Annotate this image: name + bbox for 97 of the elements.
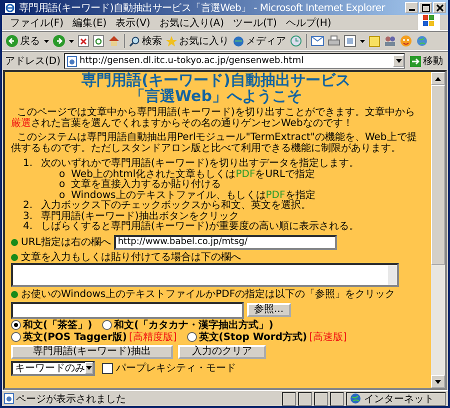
text-input-label: 文章を入力もしくは貼り付けてる場合は下の欄へ [21,252,241,262]
dropdown-caret-icon[interactable] [69,40,74,42]
url-input[interactable]: http://www.babel.co.jp/mtsg/ [114,234,337,250]
mail-icon[interactable] [311,36,324,46]
minimize-button[interactable] [405,2,418,13]
step-text: 次のいずれかで専門用語(キーワード)を切り出すデータを指定します。 [41,159,359,169]
url-label: URL指定は右の欄へ [21,236,111,248]
page-icon [66,56,77,66]
forward-icon[interactable] [53,35,65,47]
scroll-up-button[interactable] [431,72,445,85]
step-text: しばらくすると専門用語(キーワード)が重要度の高い順に表示される。 [41,222,359,232]
dropdown-caret-icon[interactable] [360,40,365,42]
stop-icon[interactable] [78,35,89,47]
radio-button[interactable] [11,320,21,330]
step-number: 2. [23,201,33,212]
status-text: ページが表示されました [16,392,127,406]
close-icon [436,4,444,12]
back-button[interactable]: 戻る [6,34,40,48]
checkbox-label: パープレキシティ・モード [116,362,236,374]
radio-label: 英文(POS Tagger版) [23,332,127,342]
media-button[interactable]: メディア [233,34,286,48]
scrollbar[interactable] [431,72,445,388]
star-icon [166,36,177,46]
minimize-icon [408,9,414,11]
globe-icon [350,393,361,404]
back-arrow-icon [6,35,18,47]
zone-text: インターネット [364,392,434,406]
radio-note: [高精度版] [128,332,177,342]
action-button[interactable]: 専門用語(キーワード)抽出 [11,344,173,358]
bullet-dot-icon [11,238,18,246]
close-button[interactable] [433,2,446,13]
bullet-dot-icon [11,290,18,298]
refresh-icon[interactable] [93,35,104,47]
intro-paragraph: このページでは文章中から専門用語(キーワード)を切り出すことができます。文章中から厳選された言葉を選んでくれますからその名の通りゲンセンWebなのです！ [11,107,416,129]
address-field[interactable]: http://gensen.dl.itc.u-tokyo.ac.jp/gensenweb.html [64,53,405,69]
scrollbar[interactable] [388,264,397,284]
status-pane [314,392,328,406]
menu-item[interactable]: 表示(V) [116,16,150,30]
dropdown-caret-icon[interactable] [44,40,49,42]
page-heading: 専門用語(キーワード)自動抽出サービス 「言選Web」へようこそ [80,72,352,104]
step-text: 専門用語(キーワード)抽出ボタンをクリック [41,212,239,222]
status-pane [298,392,312,406]
status-pane [282,392,296,406]
action-button[interactable]: 入力のクリア [178,344,266,358]
radio-label: 英文(Stop Word方式) [198,332,308,342]
menu-item[interactable]: ファイル(F) [10,16,64,30]
radio-label: 和文(「茶筌」) [23,320,92,330]
file-path-input[interactable] [11,302,244,318]
browse-button[interactable]: 参照... [247,303,291,317]
go-arrow-icon [410,56,421,66]
text-area[interactable] [11,262,399,286]
radio-note: [高速版] [309,332,347,342]
document-icon[interactable] [344,35,356,47]
mode-select[interactable]: キーワードのみ [11,360,95,376]
maximize-button[interactable] [419,2,432,13]
file-label: お使いのWindows上のテキストファイルかPDFの指定は以下の「参照」をクリック [21,288,396,300]
bullet-mark: o [59,170,66,180]
radio-button[interactable] [186,332,197,342]
maximize-icon [422,4,430,12]
step-detail: Web上のhtml化された文章もしくはPDFをURLで指定 [71,170,316,180]
step-detail: Windows上のテキストファイル、もしくはPDFを指定 [71,190,316,200]
menu-item[interactable]: ツール(T) [233,16,277,30]
page-icon [4,393,14,404]
browser-icon [4,2,16,14]
menu-item[interactable]: お気に入り(A) [159,16,224,30]
bullet-mark: o [59,180,66,190]
printer-icon[interactable] [328,35,340,47]
up-arrow-icon [435,76,441,80]
step-text: 入力ボックス下のチェックボックスから和文、英文を選択。 [41,201,311,211]
window-title: 専門用語(キーワード)自動抽出サービス「言選Web」 - Microsoft Internet Explorer [19,2,386,14]
bullet-mark: o [59,190,66,200]
address-label: アドレス(D) [5,55,61,68]
people-icon[interactable] [384,35,396,47]
search-button[interactable]: 検索 [129,34,162,48]
scroll-thumb[interactable] [431,85,445,265]
favorites-button[interactable]: お気に入り [166,34,229,48]
intro-paragraph: このシステムは専門用語自動抽出用Perlモジュール"TermExtract"の機能を、Web上で提供するものです。ただしスタンドアロン版と比べて利用できる機能に制限があります。 [11,132,418,154]
step-number: 3. [23,212,33,222]
menu-item[interactable]: 編集(E) [72,16,107,30]
smiley-icon[interactable] [400,35,412,47]
home-icon[interactable] [108,35,120,47]
step-number: 1. [23,159,33,170]
radio-label: 和文(「カタカナ・漢字抽出方式」) [114,320,274,330]
search-icon [129,36,140,46]
step-detail: 文章を直接入力するか貼り付ける [71,180,222,190]
down-arrow-icon [435,380,441,384]
go-button[interactable]: 移動 [408,54,445,68]
bullet-dot-icon [11,254,18,260]
status-pane [330,392,344,406]
radio-button[interactable] [102,320,112,330]
history-icon[interactable] [290,35,302,47]
radio-button[interactable] [11,332,21,342]
scroll-down-button[interactable] [431,375,445,388]
checkbox[interactable] [102,362,113,374]
step-number: 4. [23,222,33,232]
disc-icon [233,36,244,46]
menu-item[interactable]: ヘルプ(H) [286,16,332,30]
